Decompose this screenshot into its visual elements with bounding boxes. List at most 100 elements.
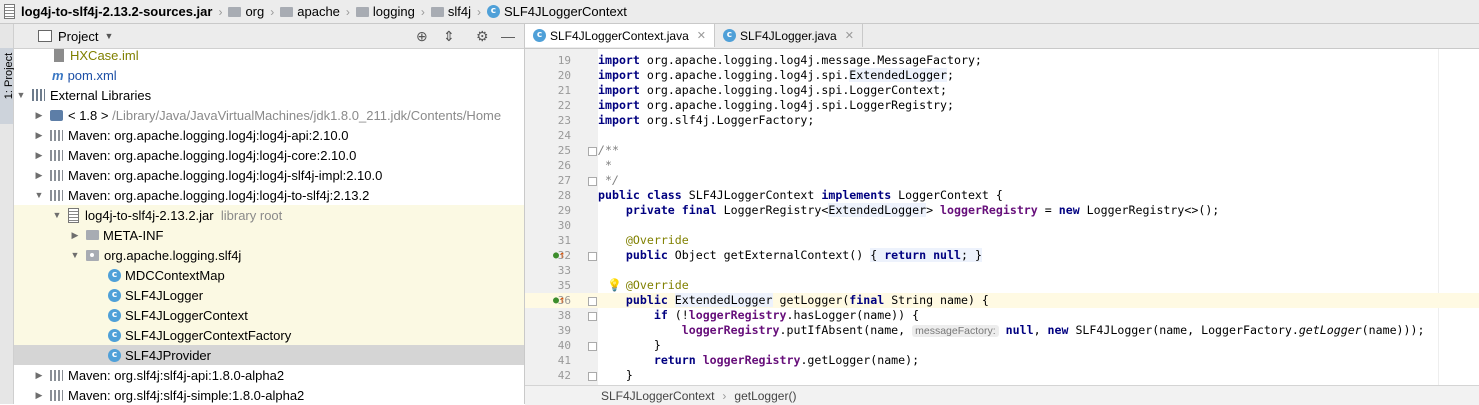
class-icon: c — [722, 29, 736, 42]
tab-slf4jloggercontext[interactable]: c SLF4JLoggerContext.java ✕ — [525, 24, 715, 47]
jar-icon — [4, 4, 15, 19]
chevron-right-icon: › — [722, 388, 727, 403]
tree-item-maven-slf4j-api[interactable]: ▶ Maven: org.slf4j:slf4j-api:1.8.0-alpha2 — [14, 365, 524, 385]
folder-icon — [355, 6, 369, 17]
override-marker-icon[interactable]: ●↑ — [553, 248, 565, 263]
code-line[interactable]: 21 import org.apache.logging.log4j.spi.Lo… — [525, 83, 1479, 98]
code-line[interactable]: 31 @Override — [525, 233, 1479, 248]
chevron-down-icon[interactable]: ▼ — [50, 210, 64, 220]
chevron-right-icon[interactable]: ▶ — [32, 130, 46, 141]
jar-icon — [68, 207, 79, 223]
status-class-crumb[interactable]: SLF4JLoggerContext — [601, 389, 714, 403]
tree-item-slf4jprovider[interactable]: c SLF4JProvider — [14, 345, 524, 365]
chevron-right-icon: › — [345, 4, 350, 19]
code-line[interactable]: 30 — [525, 218, 1479, 233]
locate-icon[interactable]: ⊕ — [416, 28, 428, 45]
tool-window-stripe: 1: Project — [0, 24, 15, 404]
tree-item-log4j-to-slf4j-jar[interactable]: ▼ log4j-to-slf4j-2.13.2.jar library root — [14, 205, 524, 225]
tree-item-mdccontextmap[interactable]: c MDCContextMap — [14, 265, 524, 285]
tree-item-maven-slf4j-simple[interactable]: ▶ Maven: org.slf4j:slf4j-simple:1.8.0-alp… — [14, 385, 524, 405]
parameter-hint: messageFactory: — [912, 325, 999, 337]
tree-item-maven-log4j-api[interactable]: ▶ Maven: org.apache.logging.log4j:log4j-a… — [14, 125, 524, 145]
fold-marker-icon[interactable] — [588, 372, 597, 381]
code-line[interactable]: 20 import org.apache.logging.log4j.spi.Ex… — [525, 68, 1479, 83]
chevron-right-icon[interactable]: ▶ — [32, 150, 46, 161]
breadcrumb-class[interactable]: c SLF4JLoggerContext — [486, 4, 627, 19]
tree-item-maven-log4j-to-slf4j[interactable]: ▼ Maven: org.apache.logging.log4j:log4j-t… — [14, 185, 524, 205]
breadcrumb-slf4j[interactable]: slf4j — [430, 4, 471, 19]
chevron-right-icon: › — [270, 4, 275, 19]
code-line[interactable]: 29 private final LoggerRegistry<Extended… — [525, 203, 1479, 218]
chevron-right-icon: › — [218, 4, 223, 19]
code-line[interactable]: 42 } — [525, 368, 1479, 383]
collapse-all-icon[interactable]: ⇕ — [443, 28, 455, 45]
fold-marker-icon[interactable] — [588, 342, 597, 351]
code-line[interactable]: 26 * — [525, 158, 1479, 173]
chevron-down-icon[interactable]: ▼ — [68, 250, 82, 260]
chevron-right-icon[interactable]: ▶ — [32, 170, 46, 181]
code-line[interactable]: 25/** — [525, 143, 1479, 158]
chevron-right-icon[interactable]: ▶ — [68, 230, 82, 241]
code-line[interactable]: 33 — [525, 263, 1479, 278]
tree-item-slf4jlogger[interactable]: c SLF4JLogger — [14, 285, 524, 305]
maven-library-icon — [50, 389, 63, 401]
chevron-down-icon[interactable]: ▼ — [32, 190, 46, 200]
code-line[interactable]: 41 return loggerRegistry.getLogger(name)… — [525, 353, 1479, 368]
code-line[interactable]: 23 import org.slf4j.LoggerFactory; — [525, 113, 1479, 128]
code-line[interactable]: 39 loggerRegistry.putIfAbsent(name, mess… — [525, 323, 1479, 338]
project-view-selector[interactable]: Project ▼ — [38, 29, 113, 44]
class-icon: c — [108, 348, 121, 362]
editor-breadcrumb-bar: SLF4JLoggerContext › getLogger() — [525, 385, 1479, 405]
fold-marker-icon[interactable] — [588, 177, 597, 186]
fold-marker-icon[interactable] — [588, 252, 597, 261]
maven-library-icon — [50, 169, 63, 181]
folder-icon — [228, 6, 242, 17]
fold-marker-icon[interactable] — [588, 297, 597, 306]
breadcrumb-jar[interactable]: log4j-to-slf4j-2.13.2-sources.jar — [4, 4, 212, 19]
tab-slf4jlogger[interactable]: c SLF4JLogger.java ✕ — [715, 24, 863, 47]
class-icon: c — [108, 268, 121, 282]
chevron-right-icon: › — [476, 4, 481, 19]
code-line[interactable]: 27 */ — [525, 173, 1479, 188]
chevron-down-icon[interactable]: ▼ — [14, 90, 28, 100]
code-line[interactable]: 24 — [525, 128, 1479, 143]
close-icon[interactable]: ✕ — [845, 29, 854, 42]
tree-item-maven-log4j-slf4j-impl[interactable]: ▶ Maven: org.apache.logging.log4j:log4j-s… — [14, 165, 524, 185]
library-icon — [32, 89, 45, 101]
chevron-right-icon[interactable]: ▶ — [32, 370, 46, 381]
code-line[interactable]: 36 ●↑ public ExtendedLogger getLogger(fin… — [525, 293, 1479, 308]
code-line[interactable]: 22 import org.apache.logging.log4j.spi.Lo… — [525, 98, 1479, 113]
hide-icon[interactable]: — — [501, 28, 515, 44]
status-method-crumb[interactable]: getLogger() — [734, 389, 796, 403]
tree-item-slf4jloggercontext[interactable]: c SLF4JLoggerContext — [14, 305, 524, 325]
tree-item-package-slf4j[interactable]: ▼ org.apache.logging.slf4j — [14, 245, 524, 265]
folder-icon — [86, 230, 99, 240]
code-line[interactable]: 19 import org.apache.logging.log4j.messag… — [525, 53, 1479, 68]
fold-marker-icon[interactable] — [588, 312, 597, 321]
tree-item-pom-xml[interactable]: m pom.xml — [14, 65, 524, 85]
code-line[interactable]: 38 if (!loggerRegistry.hasLogger(name)) … — [525, 308, 1479, 323]
tree-item-maven-log4j-core[interactable]: ▶ Maven: org.apache.logging.log4j:log4j-c… — [14, 145, 524, 165]
breadcrumb-org[interactable]: org — [228, 4, 264, 19]
code-line[interactable]: 32 ●↑ public Object getExternalContext() … — [525, 248, 1479, 263]
chevron-right-icon[interactable]: ▶ — [32, 110, 46, 121]
tree-item-external-libraries[interactable]: ▼ External Libraries — [14, 85, 524, 105]
override-marker-icon[interactable]: ●↑ — [553, 293, 565, 308]
tree-item-jdk[interactable]: ▶ < 1.8 > /Library/Java/JavaVirtualMachin… — [14, 105, 524, 125]
editor-tabs: c SLF4JLoggerContext.java ✕ c SLF4JLogger.j… — [525, 24, 1479, 49]
breadcrumb-logging[interactable]: logging — [355, 4, 415, 19]
folder-icon — [430, 6, 444, 17]
close-icon[interactable]: ✕ — [697, 29, 706, 42]
tree-item-hxcase-iml[interactable]: HXCase.iml — [14, 45, 524, 65]
maven-library-icon — [50, 129, 63, 141]
code-line[interactable]: 35 💡 @Override — [525, 278, 1479, 293]
gear-icon[interactable]: ⚙ — [476, 28, 489, 45]
code-line[interactable]: 28 public class SLF4JLoggerContext implem… — [525, 188, 1479, 203]
maven-library-icon — [50, 369, 63, 381]
chevron-right-icon[interactable]: ▶ — [32, 390, 46, 401]
tree-item-slf4jloggercontextfactory[interactable]: c SLF4JLoggerContextFactory — [14, 325, 524, 345]
breadcrumb-apache[interactable]: apache — [280, 4, 340, 19]
fold-marker-icon[interactable] — [588, 147, 597, 156]
code-line[interactable]: 40 } — [525, 338, 1479, 353]
tree-item-meta-inf[interactable]: ▶ META-INF — [14, 225, 524, 245]
